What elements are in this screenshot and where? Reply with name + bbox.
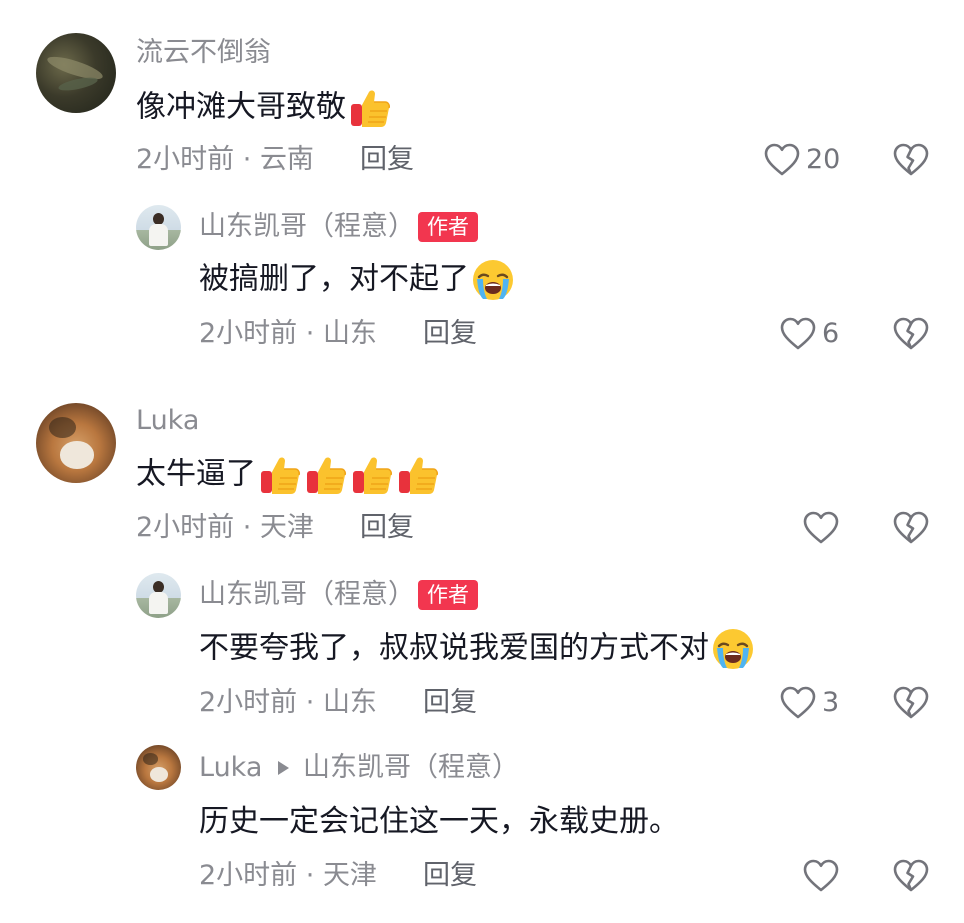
heart-icon [764,143,800,177]
like-count: 3 [822,687,840,718]
comment-meta: 2小时前 · 山东 [199,318,377,349]
avatar[interactable] [136,745,181,790]
comment-text: 历史一定会记住这一天，永载史册。 [199,804,679,839]
username[interactable]: Luka [136,404,199,438]
heart-icon [780,686,816,720]
like-button[interactable]: 20 [764,143,840,177]
thumbs-up-emoji-icon [258,453,302,497]
reply-button[interactable]: 回复 [423,686,477,720]
loudly-crying-face-emoji-icon [471,258,515,302]
comment-meta: 2小时前 · 天津 [199,860,377,891]
heart-icon [780,317,816,351]
comment-text: 不要夸我了，叔叔说我爱国的方式不对 [199,627,755,671]
thumbs-up-emoji-icon [348,86,392,130]
like-button[interactable]: 6 [780,317,839,351]
username[interactable]: 山东凯哥（程意） [199,578,415,612]
avatar[interactable] [36,403,116,483]
like-button[interactable] [803,859,845,893]
like-button[interactable]: 3 [780,686,839,720]
thumbs-up-emoji-icon [396,453,440,497]
dislike-button-broken-heart-icon[interactable] [893,859,929,893]
like-count: 20 [806,144,841,175]
like-count: 6 [822,318,840,349]
comment-meta: 2小时前 · 天津 [136,512,314,543]
heart-icon [803,859,839,893]
author-badge: 作者 [418,212,478,242]
reply-arrow-icon [276,760,290,776]
dislike-button-broken-heart-icon[interactable] [893,143,929,177]
reply-button[interactable]: 回复 [423,859,477,893]
dislike-button-broken-heart-icon[interactable] [893,511,929,545]
comment-meta: 2小时前 · 山东 [199,687,377,718]
comment-meta: 2小时前 · 云南 [136,144,314,175]
dislike-button-broken-heart-icon[interactable] [893,317,929,351]
reply-to-username[interactable]: 山东凯哥（程意） [303,751,519,785]
thumbs-up-emoji-icon [350,453,394,497]
loudly-crying-face-emoji-icon [711,627,755,671]
heart-icon [803,511,839,545]
username[interactable]: 山东凯哥（程意） [199,210,415,244]
dislike-button-broken-heart-icon[interactable] [893,686,929,720]
avatar[interactable] [136,205,181,250]
reply-button[interactable]: 回复 [423,317,477,351]
author-badge: 作者 [418,580,478,610]
username[interactable]: Luka [199,751,262,785]
reply-button[interactable]: 回复 [360,143,414,177]
reply-button[interactable]: 回复 [360,511,414,545]
comment-text: 被搞删了，对不起了 [199,258,515,302]
comment-text: 太牛逼了 [136,453,440,497]
like-button[interactable] [803,511,845,545]
avatar[interactable] [136,573,181,618]
avatar[interactable] [36,33,116,113]
thumbs-up-emoji-icon [304,453,348,497]
username[interactable]: 流云不倒翁 [136,36,271,70]
comment-text: 像冲滩大哥致敬 [136,86,392,130]
